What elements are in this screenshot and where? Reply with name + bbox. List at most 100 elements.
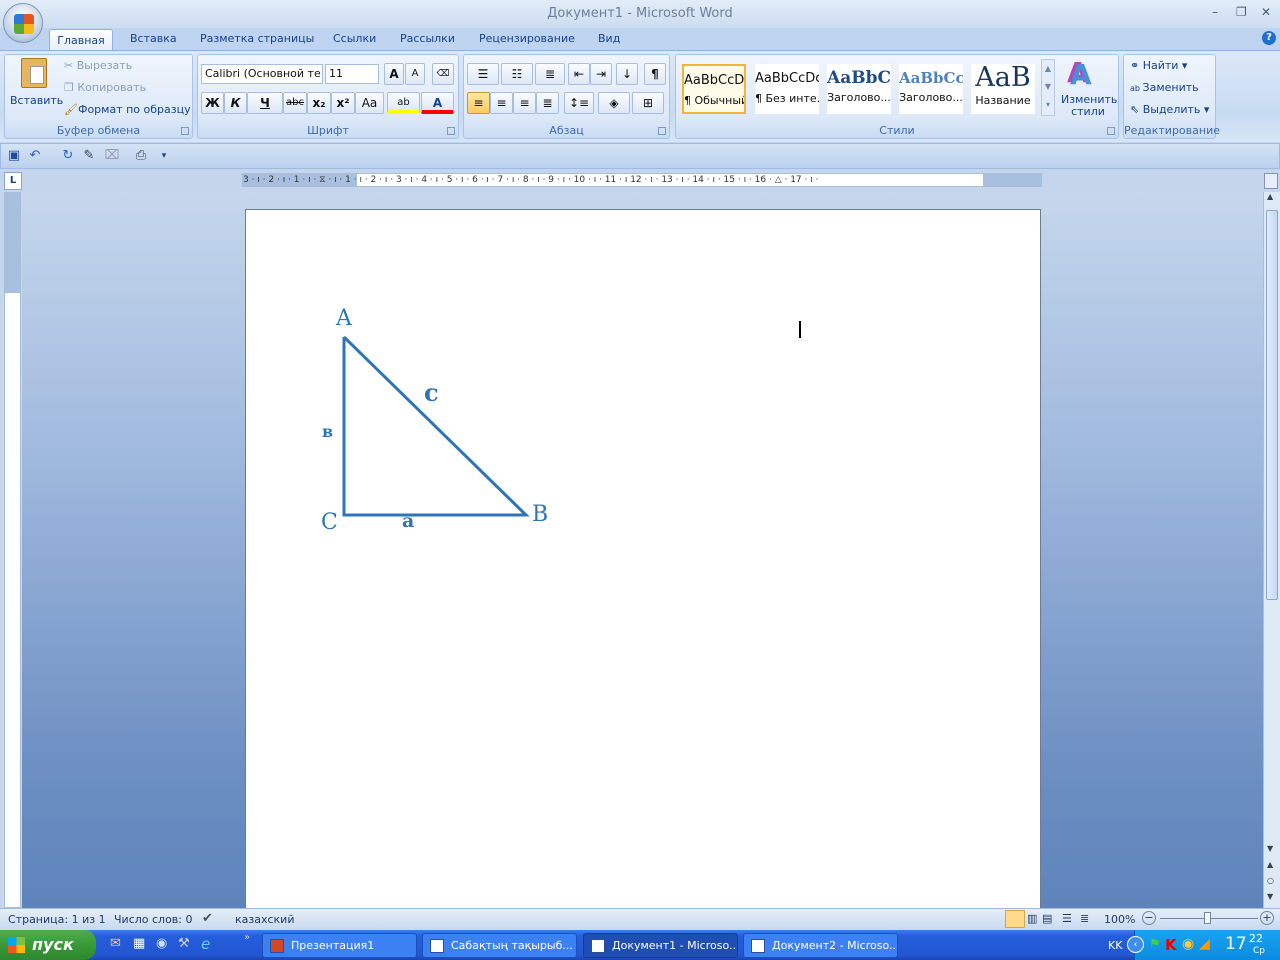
task-document2[interactable]: Документ2 - Microso... [743,933,898,958]
multilevel-list-button[interactable]: ≣ [535,63,565,85]
align-center-button[interactable]: ≡ [490,92,513,114]
font-size-input[interactable]: 11 [325,64,379,84]
customize-qat-icon[interactable]: ▾ [156,148,172,164]
language-indicator[interactable]: казахский [235,913,294,926]
dialog-launcher[interactable] [1107,127,1115,135]
subscript-button[interactable]: x₂ [307,92,331,114]
zoom-slider-thumb[interactable] [1204,912,1211,924]
font-color-button[interactable]: A [421,92,454,114]
show-marks-button[interactable]: ¶ [644,63,666,85]
outline-view-icon[interactable]: ☰ [1062,912,1072,925]
vertical-ruler[interactable] [4,192,21,908]
horizontal-ruler[interactable]: 3 · ı · 2 · ı · 1 · ı · ⧖ · ı · 1 · ı · … [242,173,1042,187]
decrease-indent-button[interactable]: ⇤ [568,63,590,85]
dialog-launcher[interactable] [658,127,666,135]
highlight-button[interactable]: ab [387,92,420,114]
replace-button[interactable]: ab Заменить [1130,81,1199,94]
font-name-input[interactable]: Calibri (Основной те [201,64,323,84]
styles-scroll[interactable]: ▲ ▼ ▾ [1041,59,1055,116]
increase-indent-button[interactable]: ⇥ [590,63,612,85]
task-sabaktyn[interactable]: Сабақтың тақырыб... [422,933,577,958]
document-page[interactable]: A B C a в c [245,209,1041,909]
bold-button[interactable]: Ж [201,92,224,114]
dialog-launcher[interactable] [181,127,189,135]
numbering-button[interactable]: ☷ [501,63,533,85]
antivirus-tray-icon[interactable]: K [1165,936,1177,954]
vertical-scrollbar[interactable]: ▲ ▼ ▲ ○ ▼ [1263,192,1280,908]
word-count[interactable]: Число слов: 0 [114,913,193,926]
input-language[interactable]: KK [1108,939,1122,952]
find-button[interactable]: ⚭ Найти ▾ [1130,59,1187,72]
show-hidden-icons-button[interactable]: ‹ [1127,936,1144,953]
dialog-launcher[interactable] [447,127,455,135]
copy-button[interactable]: ❐ Копировать [64,81,146,94]
style-heading-1[interactable]: AaBbC Заголово... [827,64,891,114]
tab-selector[interactable]: L [4,172,22,190]
style-title[interactable]: AaB Название [971,64,1035,114]
new-document-icon[interactable]: ✎ [81,148,97,164]
quicklaunch-tools-icon[interactable]: ⚒ [178,936,190,951]
disc-tray-icon[interactable]: ◉ [1182,936,1194,952]
minimize-button[interactable]: – [1212,5,1218,19]
change-styles-button[interactable]: Изменить стили [1061,94,1117,118]
quicklaunch-outlook-icon[interactable]: ✉ [110,936,121,951]
sort-button[interactable]: ↓ [616,63,638,85]
underline-button[interactable]: Ч [247,92,283,114]
quicklaunch-network-icon[interactable]: ◉ [156,936,167,951]
tab-mailings[interactable]: Рассылки [400,32,455,45]
cut-button[interactable]: ✂ Вырезать [64,59,132,72]
next-page-icon[interactable]: ▼ [1267,892,1273,901]
justify-button[interactable]: ≣ [536,92,559,114]
view-ruler-button[interactable] [1264,173,1278,189]
undo-icon[interactable]: ↶ [27,148,43,164]
print-icon[interactable]: ⎙ [133,148,149,164]
shrink-font-button[interactable]: A [405,63,425,85]
clock-hour[interactable]: 17 [1225,934,1247,954]
signal-tray-icon[interactable]: ◢ [1199,936,1210,952]
task-document1[interactable]: Документ1 - Microso... [583,933,738,958]
restore-button[interactable]: ❐ [1236,5,1247,19]
redo-icon[interactable]: ↻ [60,148,76,164]
tab-home[interactable]: Главная [49,29,113,51]
style-heading-2[interactable]: AaBbCc Заголово... [899,64,963,114]
quicklaunch-ie-icon[interactable]: e [201,935,210,953]
network-tray-icon[interactable]: ⚑ [1149,937,1161,952]
tab-review[interactable]: Рецензирование [479,32,575,45]
shading-button[interactable]: ◈ [598,92,630,114]
scroll-thumb[interactable] [1266,210,1278,600]
clear-format-button[interactable]: ⌫ [432,63,454,85]
draft-view-icon[interactable]: ≣ [1080,912,1089,925]
superscript-button[interactable]: x² [331,92,355,114]
italic-button[interactable]: К [224,92,247,114]
bullets-button[interactable]: ☰ [467,63,499,85]
triangle-drawing[interactable] [246,210,1042,910]
help-icon[interactable]: ? [1262,31,1276,45]
paste-button[interactable]: Вставить [10,94,63,107]
print-layout-view-icon[interactable] [1005,910,1025,928]
quicklaunch-more-icon[interactable]: » [244,932,250,943]
change-case-button[interactable]: Aa [355,92,384,114]
format-painter-button[interactable]: 🖌Формат по образцу [64,103,191,116]
tab-references[interactable]: Ссылки [333,32,376,45]
draw-table-icon[interactable]: ⌧ [104,148,120,164]
scroll-up-icon[interactable]: ▲ [1267,192,1273,201]
scroll-down-icon[interactable]: ▼ [1267,844,1273,853]
quicklaunch-media-icon[interactable]: ▦ [133,936,145,951]
zoom-level[interactable]: 100% [1104,913,1135,926]
previous-page-icon[interactable]: ▲ [1267,860,1273,869]
borders-button[interactable]: ⊞ [632,92,664,114]
save-icon[interactable]: ▣ [6,148,22,164]
tab-page-layout[interactable]: Разметка страницы [200,32,314,45]
close-button[interactable]: ✕ [1261,5,1271,19]
zoom-out-button[interactable]: − [1142,911,1156,925]
zoom-in-button[interactable]: + [1260,911,1274,925]
spelling-check-icon[interactable]: ✔ [202,911,213,926]
line-spacing-button[interactable]: ↕≡ [564,92,594,114]
grow-font-button[interactable]: A [384,63,404,85]
right-triangle[interactable] [342,335,530,517]
task-presentation1[interactable]: Презентация1 [262,933,417,958]
office-button[interactable] [3,3,43,43]
style-normal[interactable]: AaBbCcDc ¶ Обычный [682,64,746,114]
align-left-button[interactable]: ≡ [467,92,490,114]
strikethrough-button[interactable]: abc [283,92,307,114]
